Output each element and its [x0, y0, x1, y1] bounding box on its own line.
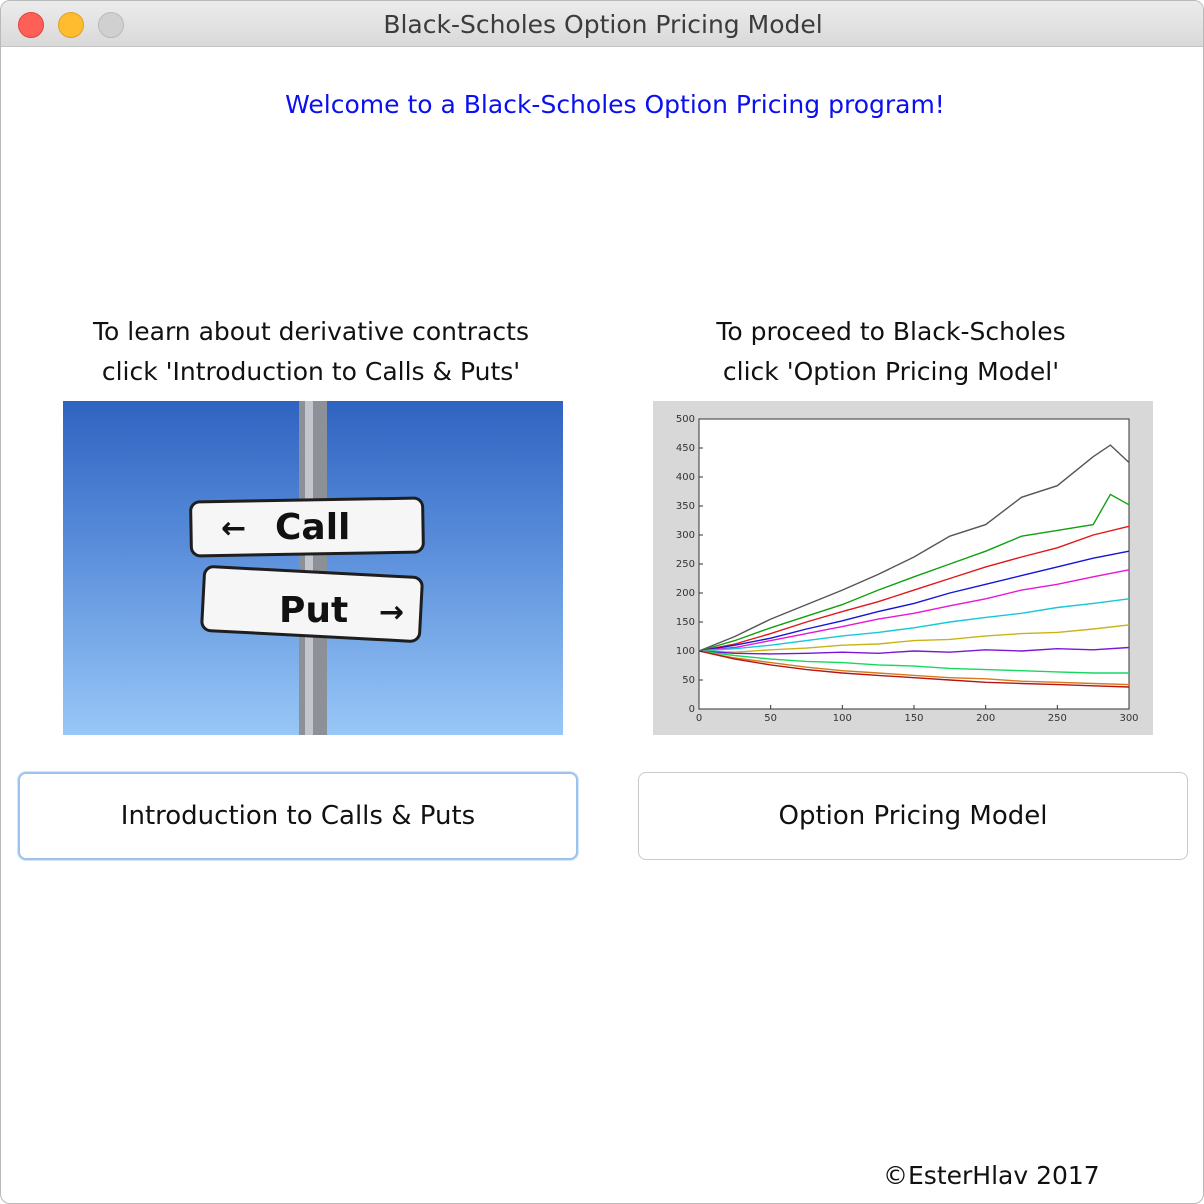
call-sign: ← Call	[189, 496, 425, 558]
y-tick-label: 400	[676, 472, 695, 483]
copyright-notice: ©EsterHlav 2017	[883, 1161, 1100, 1190]
intro-caption: To learn about derivative contracts clic…	[61, 312, 561, 392]
welcome-message: Welcome to a Black-Scholes Option Pricin…	[285, 90, 945, 119]
y-tick-label: 450	[676, 443, 695, 454]
y-tick-label: 0	[689, 704, 695, 715]
y-tick-label: 500	[676, 414, 695, 425]
call-sign-label: Call	[275, 507, 350, 548]
x-tick-label: 250	[1048, 713, 1067, 724]
call-put-signpost-image: ← Call Put →	[63, 401, 563, 735]
put-sign-label: Put	[279, 590, 348, 631]
intro-caption-line2: click 'Introduction to Calls & Puts'	[101, 357, 521, 386]
x-tick-label: 0	[696, 713, 702, 724]
model-caption: To proceed to Black-Scholes click 'Optio…	[641, 312, 1141, 392]
y-tick-label: 350	[676, 501, 695, 512]
model-caption-line1: To proceed to Black-Scholes	[716, 317, 1066, 346]
x-tick-label: 200	[976, 713, 995, 724]
x-tick-label: 50	[764, 713, 777, 724]
x-tick-label: 100	[833, 713, 852, 724]
intro-caption-line1: To learn about derivative contracts	[93, 317, 529, 346]
y-tick-label: 100	[676, 646, 695, 657]
y-tick-label: 50	[682, 675, 695, 686]
y-tick-label: 300	[676, 530, 695, 541]
price-paths-chart-svg: 0 50 100 150 200 250 300 0 50 100 150 200 250 300 350 4…	[676, 414, 1139, 724]
call-arrow-left-icon: ←	[221, 511, 246, 546]
put-arrow-right-icon: →	[379, 595, 404, 630]
y-tick-label: 150	[676, 617, 695, 628]
x-tick-label: 150	[904, 713, 923, 724]
y-tick-label: 250	[676, 559, 695, 570]
signpost-illustration: ← Call Put →	[189, 401, 425, 735]
price-paths-chart: 0 50 100 150 200 250 300 0 50 100 150 200 250 300 350 4…	[653, 401, 1153, 735]
option-pricing-model-button[interactable]: Option Pricing Model	[638, 772, 1188, 860]
app-window: Black-Scholes Option Pricing Model Welco…	[0, 0, 1204, 1204]
put-sign: Put →	[200, 565, 424, 643]
sign-pole-highlight	[305, 401, 313, 735]
model-caption-line2: click 'Option Pricing Model'	[722, 357, 1060, 386]
x-tick-label: 300	[1119, 713, 1138, 724]
introduction-calls-puts-button[interactable]: Introduction to Calls & Puts	[18, 772, 578, 860]
title-bar[interactable]: Black-Scholes Option Pricing Model	[1, 1, 1203, 47]
y-tick-label: 200	[676, 588, 695, 599]
window-title: Black-Scholes Option Pricing Model	[383, 10, 823, 39]
